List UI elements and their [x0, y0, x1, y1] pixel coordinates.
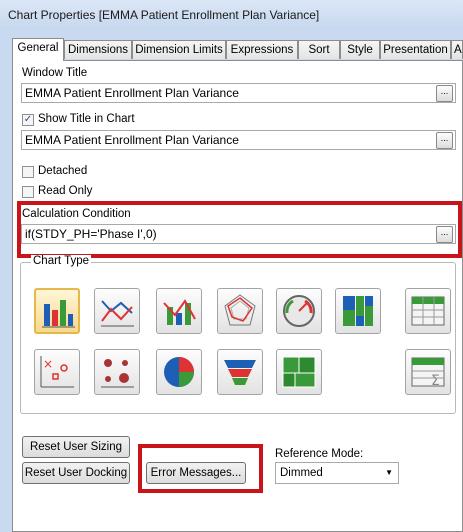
- window-title-field[interactable]: EMMA Patient Enrollment Plan Variance: [21, 83, 456, 103]
- detached-checkbox[interactable]: [22, 166, 34, 178]
- window-title-edit-button[interactable]: ...: [436, 85, 453, 102]
- tab-presentation[interactable]: Presentation: [380, 40, 451, 59]
- read-only-checkbox[interactable]: [22, 186, 34, 198]
- chart-title-edit-button[interactable]: ...: [436, 132, 453, 149]
- pivot-table-icon: [411, 296, 445, 326]
- bar-chart-icon: [42, 300, 75, 328]
- pivot-table-button[interactable]: [405, 288, 451, 334]
- tab-general[interactable]: General: [12, 38, 64, 61]
- window-title: Chart Properties [EMMA Patient Enrollmen…: [8, 8, 320, 22]
- tab-axes[interactable]: Axe: [451, 40, 463, 59]
- svg-text:Σ: Σ: [431, 373, 440, 389]
- tab-strip: General Dimensions Dimension Limits Expr…: [12, 38, 463, 61]
- calculation-condition-edit-button[interactable]: ...: [436, 226, 453, 243]
- window-title-label: Window Title: [22, 67, 88, 79]
- mekko-chart-button[interactable]: [335, 288, 381, 334]
- error-messages-button[interactable]: Error Messages...: [146, 462, 246, 484]
- tab-style[interactable]: Style: [340, 40, 380, 59]
- funnel-chart-button[interactable]: [217, 349, 263, 395]
- gauge-chart-button[interactable]: [276, 288, 322, 334]
- chart-type-label: Chart Type: [31, 255, 92, 267]
- radar-chart-button[interactable]: [217, 288, 263, 334]
- pie-chart-icon: [164, 357, 194, 387]
- mekko-chart-icon: [343, 296, 373, 326]
- show-title-label: Show Title in Chart: [38, 113, 135, 125]
- funnel-chart-icon: [224, 360, 256, 385]
- calculation-condition-field[interactable]: if(STDY_PH='Phase I',0): [21, 224, 456, 244]
- line-chart-icon: [101, 300, 134, 327]
- grid-chart-button[interactable]: [94, 349, 140, 395]
- block-chart-button[interactable]: [276, 349, 322, 395]
- bar-chart-button[interactable]: [34, 288, 80, 334]
- combo-chart-button[interactable]: [156, 288, 202, 334]
- scatter-chart-button[interactable]: ×: [34, 349, 80, 395]
- dropdown-arrow-icon: ▼: [385, 468, 393, 477]
- line-chart-button[interactable]: [94, 288, 140, 334]
- straight-table-button[interactable]: Σ: [405, 349, 451, 395]
- calculation-condition-label: Calculation Condition: [22, 208, 131, 220]
- tab-sort[interactable]: Sort: [298, 40, 340, 59]
- gauge-chart-icon: [283, 295, 315, 327]
- scatter-chart-icon: ×: [40, 356, 74, 388]
- combo-chart-icon: [163, 299, 196, 325]
- grid-chart-icon: [101, 359, 134, 388]
- reference-mode-label: Reference Mode:: [275, 448, 364, 460]
- radar-chart-icon: [224, 294, 256, 326]
- svg-text:×: ×: [43, 357, 53, 371]
- reference-mode-select[interactable]: Dimmed ▼: [275, 462, 399, 484]
- straight-table-icon: Σ: [411, 357, 445, 389]
- reference-mode-value: Dimmed: [280, 467, 323, 479]
- detached-label: Detached: [38, 165, 88, 177]
- chart-title-field[interactable]: EMMA Patient Enrollment Plan Variance: [21, 130, 456, 150]
- reset-user-sizing-button[interactable]: Reset User Sizing: [22, 436, 130, 458]
- pie-chart-button[interactable]: [156, 349, 202, 395]
- read-only-label: Read Only: [38, 185, 93, 197]
- tab-dimension-limits[interactable]: Dimension Limits: [132, 40, 226, 59]
- title-bar: Chart Properties [EMMA Patient Enrollmen…: [0, 0, 463, 30]
- tab-expressions[interactable]: Expressions: [226, 40, 298, 59]
- block-chart-icon: [282, 356, 316, 388]
- tab-dimensions[interactable]: Dimensions: [64, 40, 132, 59]
- show-title-checkbox[interactable]: ✓: [22, 114, 34, 126]
- reset-user-docking-button[interactable]: Reset User Docking: [22, 462, 130, 484]
